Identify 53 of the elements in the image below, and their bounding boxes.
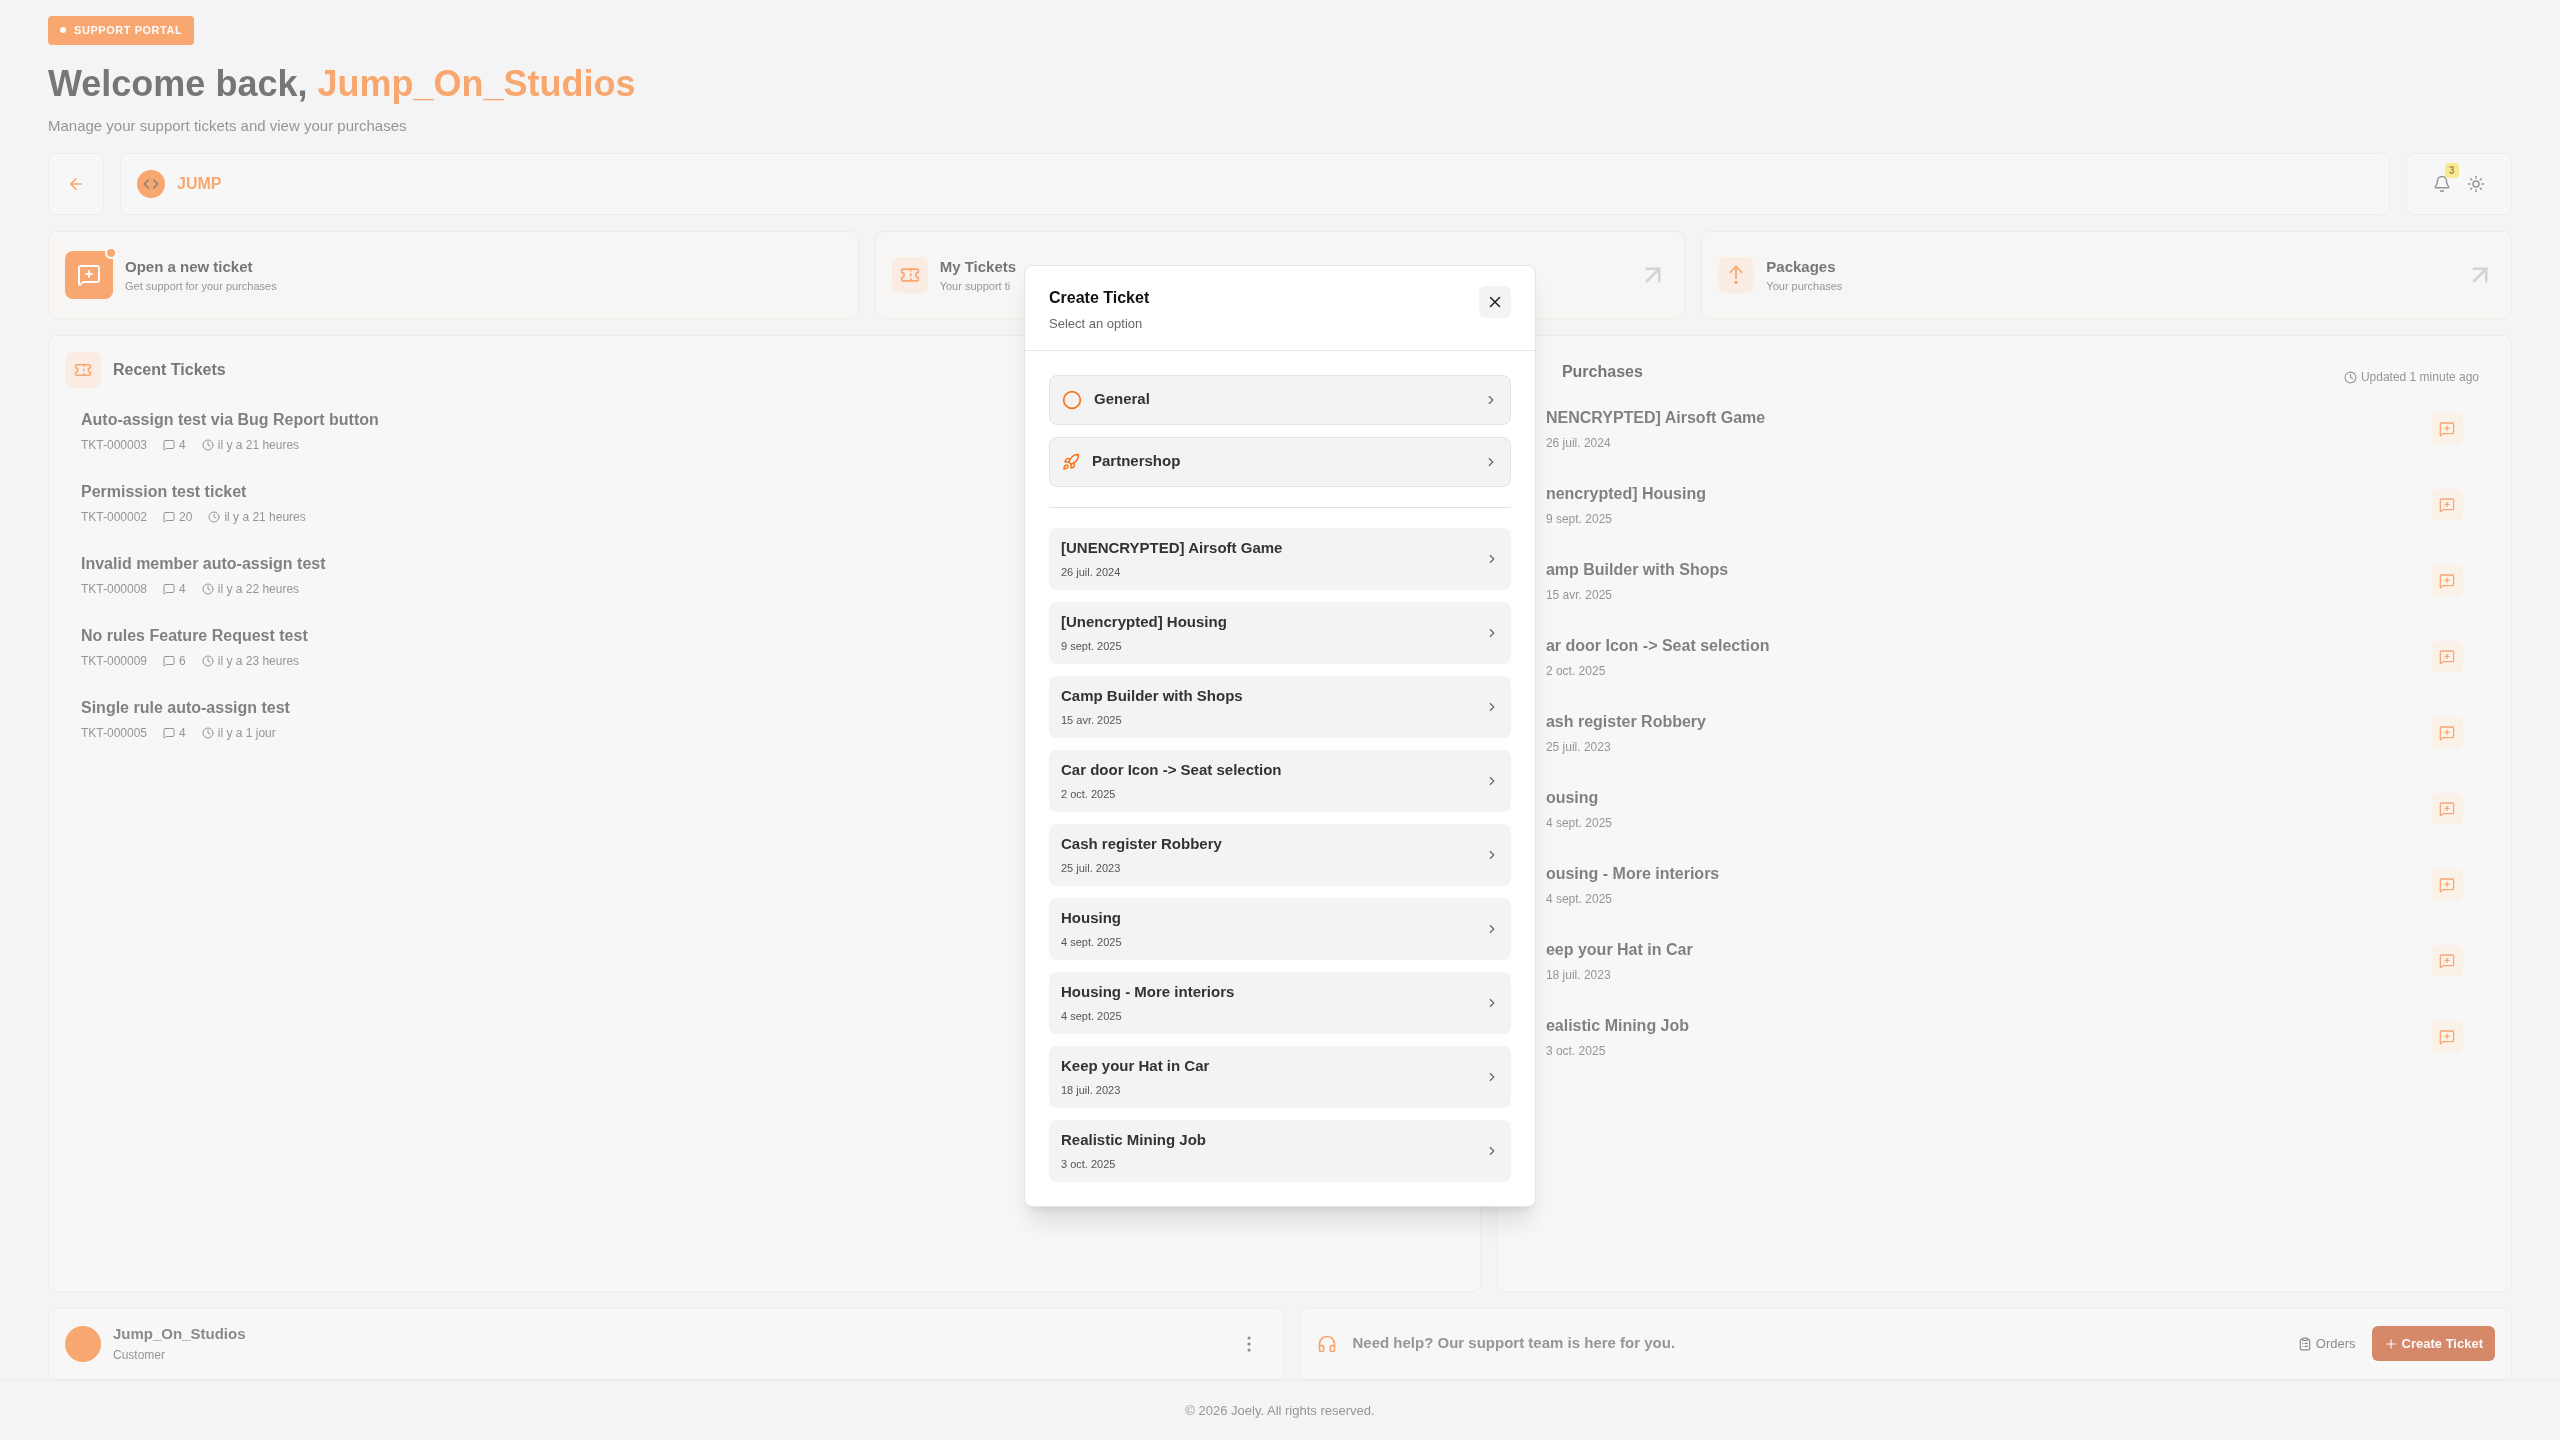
- user-role: Customer: [113, 1346, 165, 1364]
- purchase-date: 9 sept. 2025: [1545, 511, 1612, 528]
- purchase-name: ousing - More interiors: [1545, 864, 1720, 884]
- ticket-time: il y a 21 heures: [217, 437, 300, 454]
- purchase-name: nencrypted] Housing: [1545, 484, 1706, 504]
- updated-time: Updated 1 minute ago: [2360, 369, 2479, 386]
- purchase-name: amp Builder with Shops: [1545, 560, 1729, 580]
- purchase-date: 4 sept. 2025: [1545, 815, 1612, 832]
- page-subtitle: Manage your support tickets and view your purchases: [48, 115, 407, 136]
- panel-title: Recent Tickets: [113, 360, 226, 380]
- purchase-date: 4 sept. 2025: [1545, 891, 1612, 908]
- dialog-subtitle: Select an option: [1049, 315, 1144, 333]
- comment-count: 6: [179, 653, 186, 670]
- purchase-date: 3 oct. 2025: [1545, 1043, 1606, 1060]
- comment-count: 4: [179, 725, 186, 742]
- card-subtitle: Your purchases: [1766, 279, 1843, 294]
- card-title: My Tickets: [939, 256, 1017, 277]
- brand-name: JUMP: [177, 174, 222, 194]
- ticket-time: il y a 21 heures: [224, 509, 306, 526]
- welcome-heading: Welcome back, Jump_On_Studios: [48, 61, 637, 106]
- notification-count: 3: [2445, 163, 2459, 178]
- comment-count: 4: [179, 437, 186, 454]
- ticket-id: TKT-000008: [81, 581, 148, 598]
- purchase-name: ealistic Mining Job: [1545, 1016, 1690, 1036]
- purchase-date: 2 oct. 2025: [1545, 663, 1606, 680]
- comment-count: 4: [179, 581, 186, 598]
- card-subtitle: Your support ti: [939, 279, 1012, 294]
- ticket-time: il y a 22 heures: [217, 581, 300, 598]
- dialog-title: Create Ticket: [1049, 288, 1150, 308]
- purchase-name: ash register Robbery: [1545, 712, 1706, 732]
- ticket-time: il y a 1 jour: [217, 725, 276, 742]
- purchase-name: ar door Icon -> Seat selection: [1545, 636, 1770, 656]
- card-title: Packages: [1766, 256, 1837, 277]
- purchase-date: 15 avr. 2025: [1545, 587, 1612, 604]
- purchase-name: NENCRYPTED] Airsoft Game: [1545, 408, 1766, 428]
- purchase-name: ousing: [1545, 788, 1600, 808]
- ticket-id: TKT-000009: [81, 653, 148, 670]
- ticket-time: il y a 23 heures: [217, 653, 300, 670]
- card-subtitle: Get support for your purchases: [125, 279, 277, 294]
- comment-count: 20: [179, 509, 193, 526]
- purchase-date: 25 juil. 2023: [1545, 739, 1611, 756]
- purchase-date: 26 juil. 2024: [1545, 435, 1611, 452]
- portal-badge: SUPPORT PORTAL: [48, 16, 195, 45]
- card-title: Open a new ticket: [125, 256, 254, 277]
- copyright-text: © 2026 Joely. All rights reserved.: [1185, 1401, 1375, 1420]
- panel-title: Purchases: [1561, 362, 1643, 382]
- user-name: Jump_On_Studios: [113, 1324, 246, 1345]
- help-text: Need help? Our support team is here for you.: [1352, 1333, 1676, 1354]
- purchase-date: 18 juil. 2023: [1545, 967, 1611, 984]
- ticket-id: TKT-000003: [81, 437, 148, 454]
- purchase-name: eep your Hat in Car: [1545, 940, 1693, 960]
- ticket-id: TKT-000005: [81, 725, 148, 742]
- ticket-id: TKT-000002: [81, 509, 148, 526]
